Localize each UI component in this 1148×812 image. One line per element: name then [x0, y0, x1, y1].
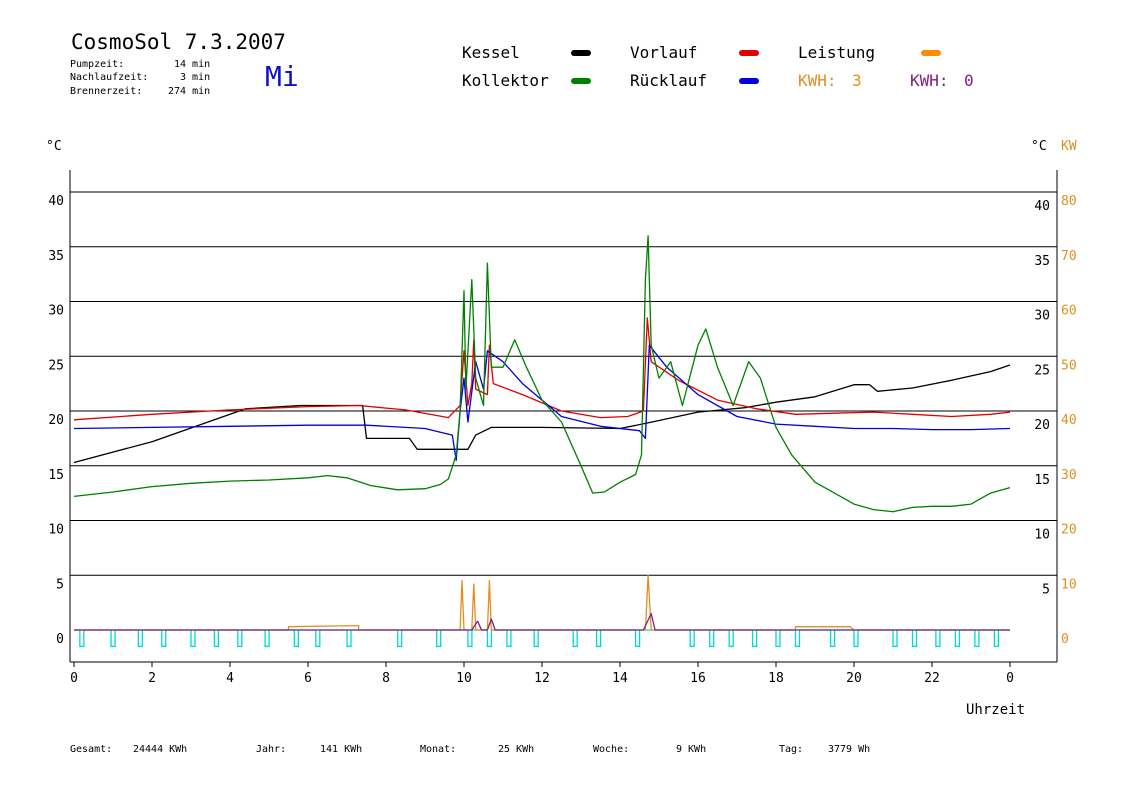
- x-tick-label: 14: [612, 671, 628, 686]
- footer-jahr-value: 141 KWh: [320, 744, 363, 755]
- series-line-kessel: [73, 364, 1011, 464]
- footer-woche-label: Woche:: [593, 744, 630, 755]
- y-tick-label: 20: [48, 413, 64, 428]
- temperature-chart: 0 05 5 1010 10 2015 15 3020 20 4025 25 5030 30 6035 35…: [46, 139, 1077, 718]
- y2-tick-label: 50: [1061, 358, 1077, 373]
- y-right-tick-label: 35: [1034, 254, 1050, 269]
- x-tick-label: 0: [1006, 671, 1014, 686]
- y-right-tick-label: 20: [1034, 418, 1050, 433]
- footer-monat-label: Monat:: [420, 744, 457, 755]
- right-unit-kw-label: KW: [1061, 139, 1077, 154]
- y2-tick-label: 30: [1061, 468, 1077, 483]
- left-unit-label: °C: [46, 139, 62, 154]
- footer-jahr-label: Jahr:: [256, 744, 287, 755]
- y-tick-label: 40: [48, 194, 64, 209]
- x-tick-label: 0: [70, 671, 78, 686]
- series-layer: [73, 235, 1011, 648]
- y2-tick-label: 70: [1061, 249, 1077, 264]
- footer-monat-value: 25 KWh: [498, 744, 535, 755]
- y-right-tick-label: 15: [1034, 473, 1050, 488]
- x-tick-label: 8: [382, 671, 390, 686]
- y2-tick-label: 60: [1061, 304, 1077, 319]
- x-tick-label: 2: [148, 671, 156, 686]
- series-line-kollektor: [73, 235, 1011, 513]
- x-tick-label: 18: [768, 671, 784, 686]
- y-tick-label: 0: [56, 632, 64, 647]
- y-right-tick-label: 30: [1034, 309, 1050, 324]
- series-line-leistung: [74, 574, 1010, 631]
- y2-tick-label: 80: [1061, 194, 1077, 209]
- pump-pulse-line: [74, 629, 1010, 648]
- y2-tick-label: 20: [1061, 523, 1077, 538]
- x-tick-label: 10: [456, 671, 472, 686]
- y-right-tick-label: 10: [1034, 528, 1050, 543]
- grid-layer: [70, 191, 1057, 576]
- x-tick-label: 22: [924, 671, 940, 686]
- y-right-tick-label: 40: [1034, 199, 1050, 214]
- right-unit-label: °C: [1031, 139, 1047, 154]
- y-tick-label: 30: [48, 304, 64, 319]
- x-axis-title: Uhrzeit: [966, 702, 1025, 718]
- x-tick-label: 4: [226, 671, 234, 686]
- y-tick-label: 25: [48, 358, 64, 373]
- x-tick-label: 16: [690, 671, 706, 686]
- y2-tick-label: 40: [1061, 413, 1077, 428]
- x-tick-label: 12: [534, 671, 550, 686]
- x-tick-label: 20: [846, 671, 862, 686]
- y-tick-label: 10: [48, 523, 64, 538]
- y-tick-label: 35: [48, 249, 64, 264]
- footer-gesamt-label: Gesamt:: [70, 744, 113, 755]
- series-line-kwh2: [74, 612, 1010, 631]
- y-tick-label: 15: [48, 468, 64, 483]
- y2-tick-label: 10: [1061, 577, 1077, 592]
- footer-woche-value: 9 KWh: [676, 744, 707, 755]
- series-line-vorlauf: [73, 317, 1011, 421]
- footer-tag-label: Tag:: [779, 744, 804, 755]
- x-tick-label: 6: [304, 671, 312, 686]
- footer-tag-value: 3779 Wh: [828, 744, 871, 755]
- y-right-tick-label: 25: [1034, 363, 1050, 378]
- footer-gesamt-value: 24444 KWh: [133, 744, 188, 755]
- y-tick-label: 5: [56, 577, 64, 592]
- y-right-tick-label: 5: [1042, 582, 1050, 597]
- y2-tick-label: 0: [1061, 632, 1069, 647]
